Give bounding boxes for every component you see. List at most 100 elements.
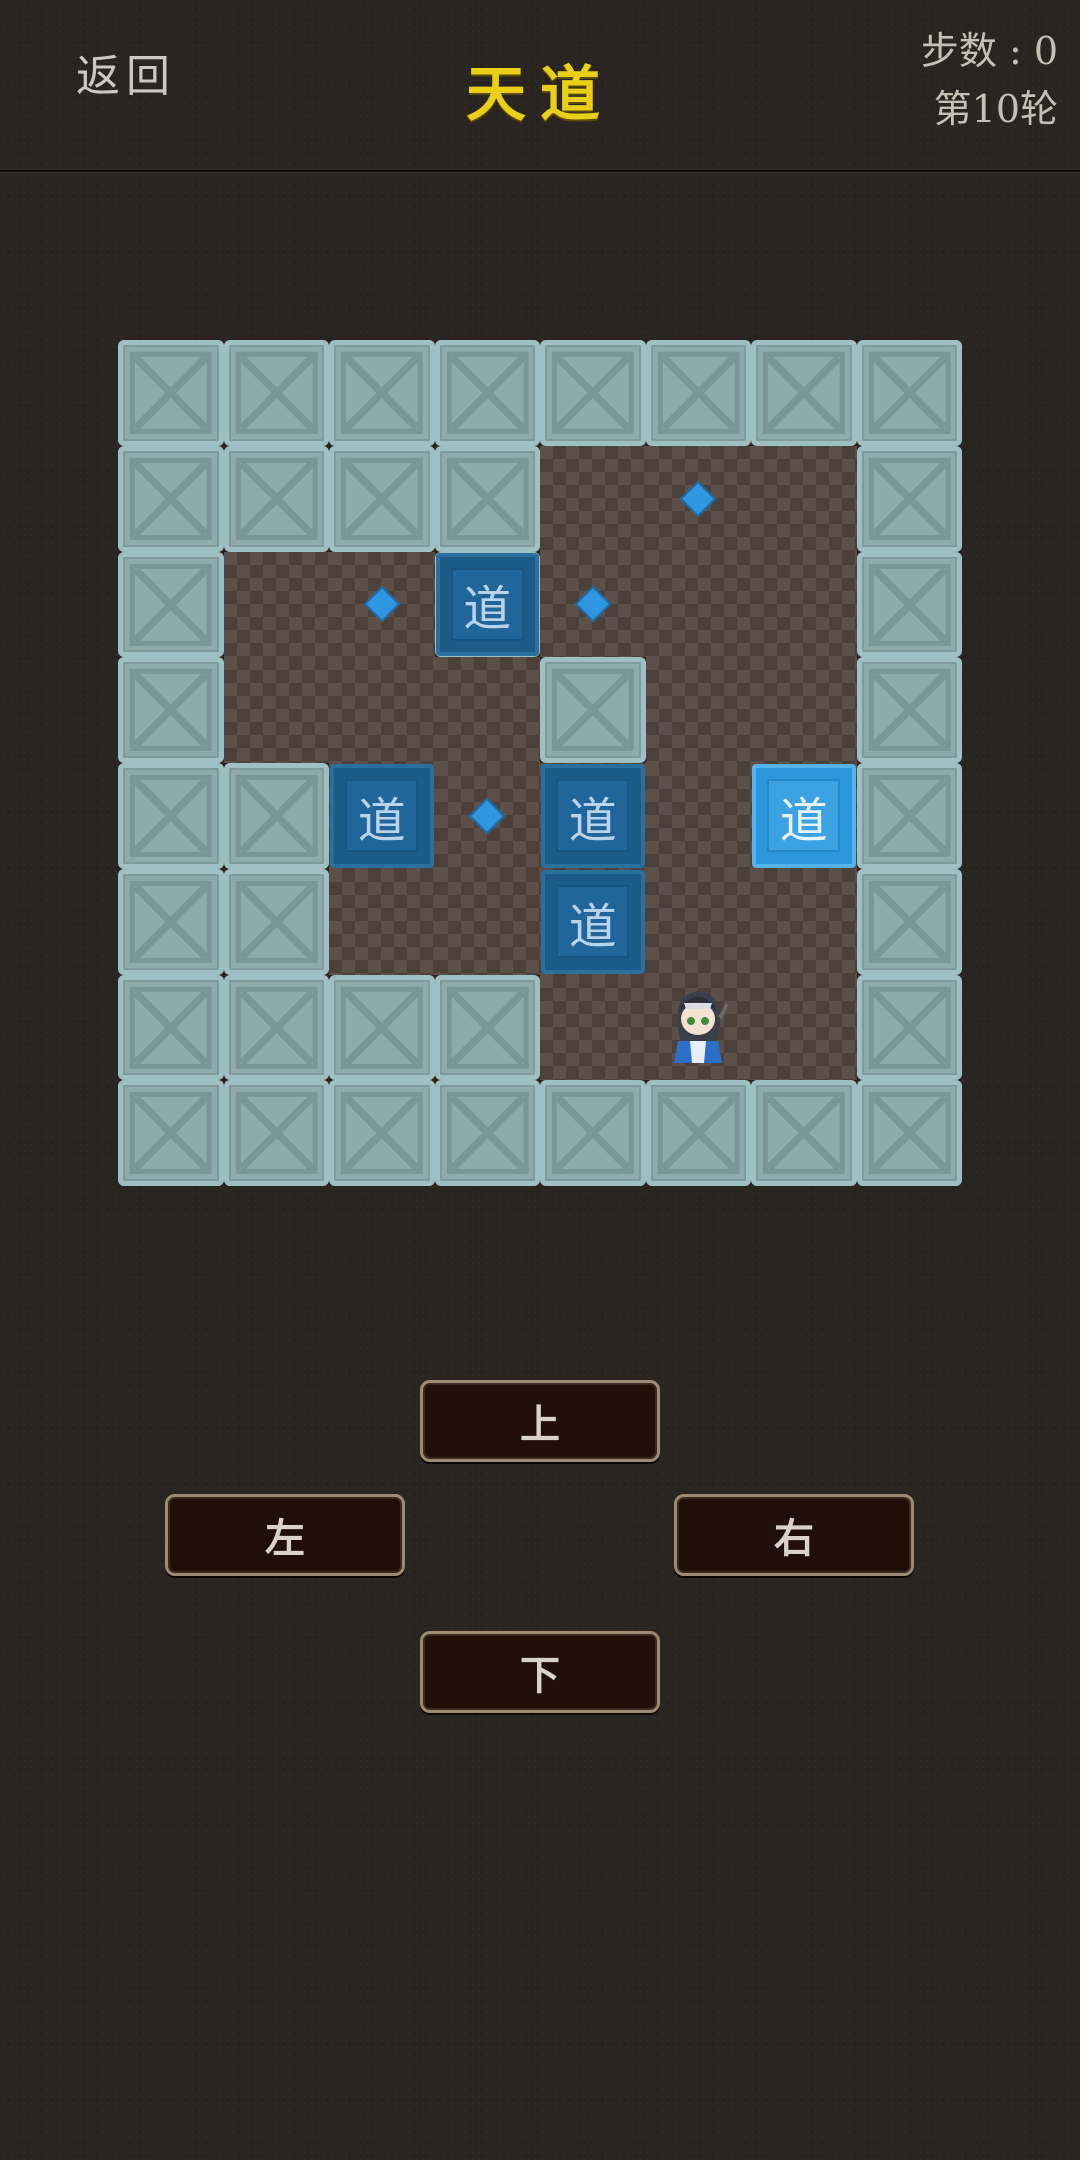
wall-tile — [329, 445, 435, 552]
top-bar: 返回 天道 步数 : 0 第10轮 — [0, 0, 1080, 172]
crate-x-icon — [762, 351, 846, 435]
floor-tile — [434, 657, 540, 763]
floor-tile — [434, 868, 540, 975]
wall-tile — [434, 445, 540, 552]
crate-x-icon — [868, 1091, 952, 1175]
floor-tile — [540, 974, 646, 1081]
crate-x-icon — [868, 986, 952, 1070]
crate-x-icon — [446, 457, 530, 541]
wall-tile — [223, 974, 329, 1081]
box-label: 道 — [556, 885, 630, 959]
crate-x-icon — [129, 668, 213, 752]
crate-x-icon — [446, 1091, 530, 1175]
crate-x-icon — [868, 351, 952, 435]
wall-tile — [540, 340, 646, 446]
crate-x-icon — [868, 774, 952, 858]
crate-x-icon — [235, 457, 319, 541]
pushable-box: 道 — [541, 764, 645, 868]
wall-tile — [856, 974, 962, 1081]
floor-tile — [751, 657, 857, 763]
crate-x-icon — [551, 351, 635, 435]
box-label: 道 — [345, 779, 419, 853]
up-button[interactable]: 上 — [420, 1380, 660, 1462]
crate-x-icon — [235, 986, 319, 1070]
crate-x-icon — [446, 986, 530, 1070]
wall-tile — [856, 657, 962, 763]
floor-tile — [645, 868, 751, 975]
floor-tile — [223, 551, 329, 658]
crate-x-icon — [868, 563, 952, 647]
crate-x-icon — [235, 774, 319, 858]
wall-tile — [434, 340, 540, 446]
crate-x-icon — [129, 986, 213, 1070]
wall-tile — [856, 868, 962, 975]
wall-tile — [540, 1080, 646, 1186]
floor-tile — [645, 657, 751, 763]
crate-x-icon — [868, 668, 952, 752]
crate-x-icon — [340, 457, 424, 541]
wall-tile — [118, 868, 224, 975]
wall-tile — [118, 974, 224, 1081]
crate-x-icon — [340, 986, 424, 1070]
round-indicator: 第10轮 — [933, 87, 1058, 131]
wall-tile — [856, 445, 962, 552]
wall-tile — [751, 1080, 857, 1186]
wall-tile — [645, 1080, 751, 1186]
left-button[interactable]: 左 — [165, 1494, 405, 1576]
floor-tile — [329, 868, 435, 975]
game-board: 道道道道道 — [118, 340, 962, 1186]
floor-tile — [329, 657, 435, 763]
crate-x-icon — [868, 880, 952, 964]
wall-tile — [223, 1080, 329, 1186]
wall-tile — [329, 340, 435, 446]
wall-tile — [751, 340, 857, 446]
wall-tile — [118, 657, 224, 763]
wall-tile — [118, 551, 224, 658]
right-button[interactable]: 右 — [674, 1494, 914, 1576]
wall-tile — [329, 1080, 435, 1186]
wall-tile — [856, 1080, 962, 1186]
wall-tile — [856, 340, 962, 446]
crate-x-icon — [235, 880, 319, 964]
wall-tile — [118, 1080, 224, 1186]
crate-x-icon — [235, 1091, 319, 1175]
wall-tile — [223, 340, 329, 446]
box-label: 道 — [450, 567, 524, 641]
wall-tile — [540, 657, 646, 763]
crate-x-icon — [129, 774, 213, 858]
wall-tile — [223, 763, 329, 869]
crate-x-icon — [762, 1091, 846, 1175]
wall-tile — [118, 763, 224, 869]
crate-x-icon — [129, 1091, 213, 1175]
box-label: 道 — [767, 779, 841, 853]
pushable-box: 道 — [330, 764, 434, 868]
floor-tile — [540, 445, 646, 552]
floor-tile — [645, 551, 751, 658]
game-title: 天道 — [466, 60, 614, 130]
floor-tile — [645, 763, 751, 869]
crate-x-icon — [446, 351, 530, 435]
crate-x-icon — [129, 563, 213, 647]
crate-x-icon — [657, 351, 741, 435]
box-label: 道 — [556, 779, 630, 853]
step-counter: 步数 : 0 — [920, 29, 1058, 73]
wall-tile — [118, 445, 224, 552]
player-character-icon — [664, 981, 732, 1075]
floor-tile — [751, 551, 857, 658]
pushable-box: 道 — [541, 869, 645, 974]
wall-tile — [223, 445, 329, 552]
crate-x-icon — [868, 457, 952, 541]
crate-x-icon — [657, 1091, 741, 1175]
crate-x-icon — [129, 457, 213, 541]
crate-x-icon — [129, 351, 213, 435]
down-button[interactable]: 下 — [420, 1631, 660, 1713]
floor-tile — [751, 974, 857, 1081]
crate-x-icon — [129, 880, 213, 964]
wall-tile — [856, 551, 962, 658]
crate-x-icon — [551, 1091, 635, 1175]
pushable-box-on-goal: 道 — [752, 764, 856, 868]
wall-tile — [223, 868, 329, 975]
wall-tile — [856, 763, 962, 869]
wall-tile — [645, 340, 751, 446]
floor-tile — [223, 657, 329, 763]
